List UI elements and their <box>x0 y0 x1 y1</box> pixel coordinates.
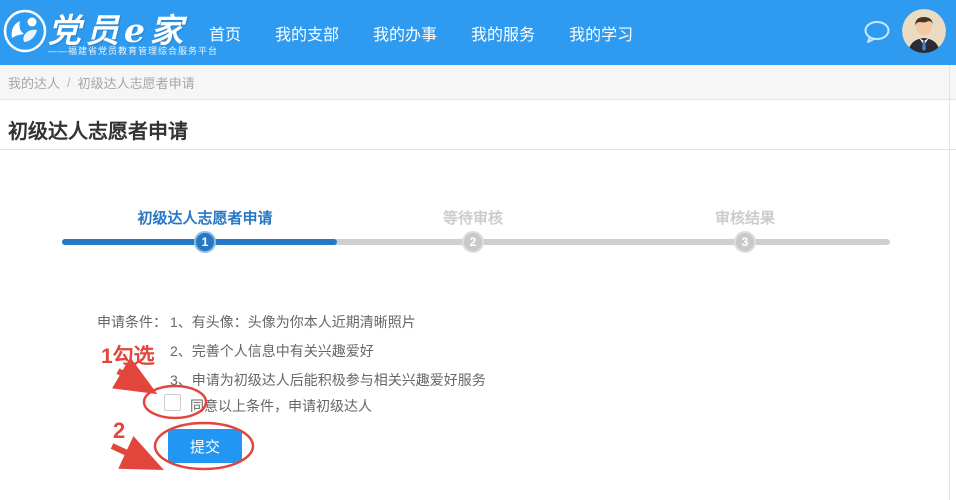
page-title: 初级达人志愿者申请 <box>8 121 188 143</box>
step-3-dot: 3 <box>734 231 756 253</box>
submit-button[interactable]: 提交 <box>168 429 242 463</box>
content-right-border <box>949 65 950 500</box>
chat-bubble-icon[interactable] <box>863 20 891 44</box>
nav-item-my-services[interactable]: 我的服务 <box>467 21 539 45</box>
app-header: 党员e家 ——福建省党员教育管理综合服务平台 首页 我的支部 我的办事 我的服务… <box>0 0 956 65</box>
step-2-dot: 2 <box>462 231 484 253</box>
condition-item-2: 2、完善个人信息中有关兴趣爱好 <box>170 343 374 359</box>
condition-item-3: 3、申请为初级达人后能积极参与相关兴趣爱好服务 <box>170 372 486 388</box>
breadcrumb-current-page: 初级达人志愿者申请 <box>77 75 195 91</box>
nav-item-home[interactable]: 首页 <box>205 21 245 45</box>
annotation-step2-text: 2 <box>113 418 125 443</box>
logo-subtitle: ——福建省党员教育管理综合服务平台 <box>48 46 219 56</box>
step-progress: 初级达人志愿者申请 等待审核 审核结果 1 2 3 <box>62 205 890 260</box>
title-bar: 初级达人志愿者申请 <box>0 100 956 150</box>
logo-emblem-icon <box>3 9 47 53</box>
nav-item-my-affairs[interactable]: 我的办事 <box>369 21 441 45</box>
main-nav: 首页 我的支部 我的办事 我的服务 我的学习 <box>205 0 637 65</box>
agreement-label: 同意以上条件，申请初级达人 <box>190 398 372 414</box>
condition-item-1: 1、有头像：头像为你本人近期清晰照片 <box>170 314 416 330</box>
step-2-label: 等待审核 <box>442 210 503 227</box>
nav-item-my-learning[interactable]: 我的学习 <box>565 21 637 45</box>
annotation-step2-arrow <box>110 436 164 471</box>
agreement-checkbox[interactable] <box>164 394 181 411</box>
conditions-list: 1、有头像：头像为你本人近期清晰照片 2、完善个人信息中有关兴趣爱好 3、申请为… <box>170 312 486 399</box>
step-1-dot: 1 <box>194 231 216 253</box>
breadcrumb-my-experts[interactable]: 我的达人 <box>8 73 60 92</box>
annotation-step1-arrow <box>112 357 158 395</box>
nav-item-my-branch[interactable]: 我的支部 <box>271 21 343 45</box>
step-3-label: 审核结果 <box>714 210 775 227</box>
breadcrumb: 我的达人 / 初级达人志愿者申请 <box>0 65 956 100</box>
user-avatar[interactable] <box>902 9 946 53</box>
conditions-label: 申请条件： <box>97 314 167 330</box>
step-1-label: 初级达人志愿者申请 <box>137 210 273 227</box>
annotation-step1-text: 1勾选 <box>101 344 155 368</box>
breadcrumb-separator: / <box>67 74 71 90</box>
